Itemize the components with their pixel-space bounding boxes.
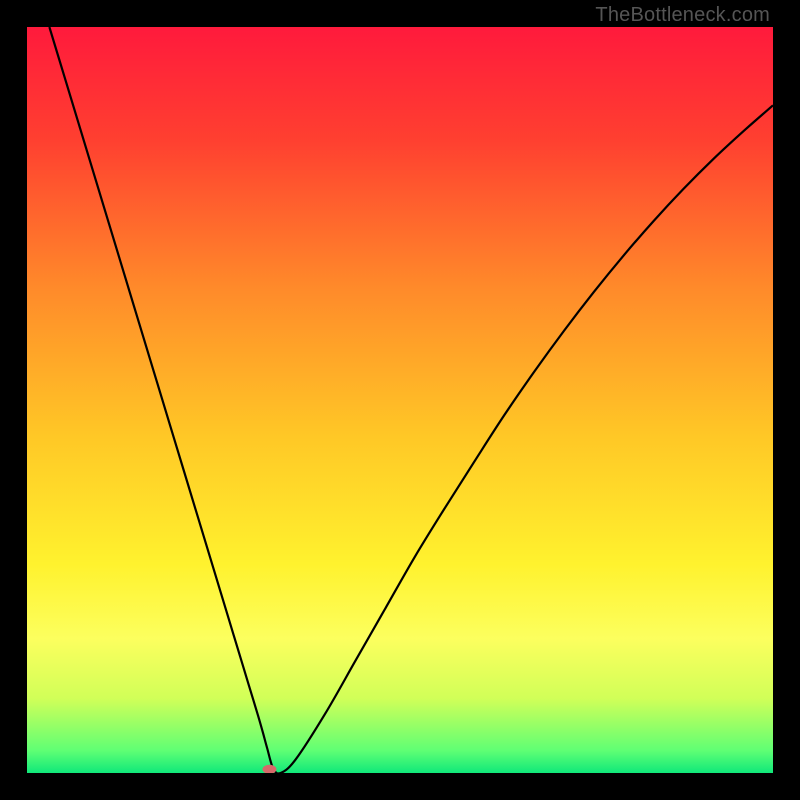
plot-area	[27, 27, 773, 773]
chart-outer-frame: TheBottleneck.com	[0, 0, 800, 800]
watermark-text: TheBottleneck.com	[595, 4, 770, 27]
gradient-background	[27, 27, 773, 773]
bottleneck-chart	[27, 27, 773, 773]
